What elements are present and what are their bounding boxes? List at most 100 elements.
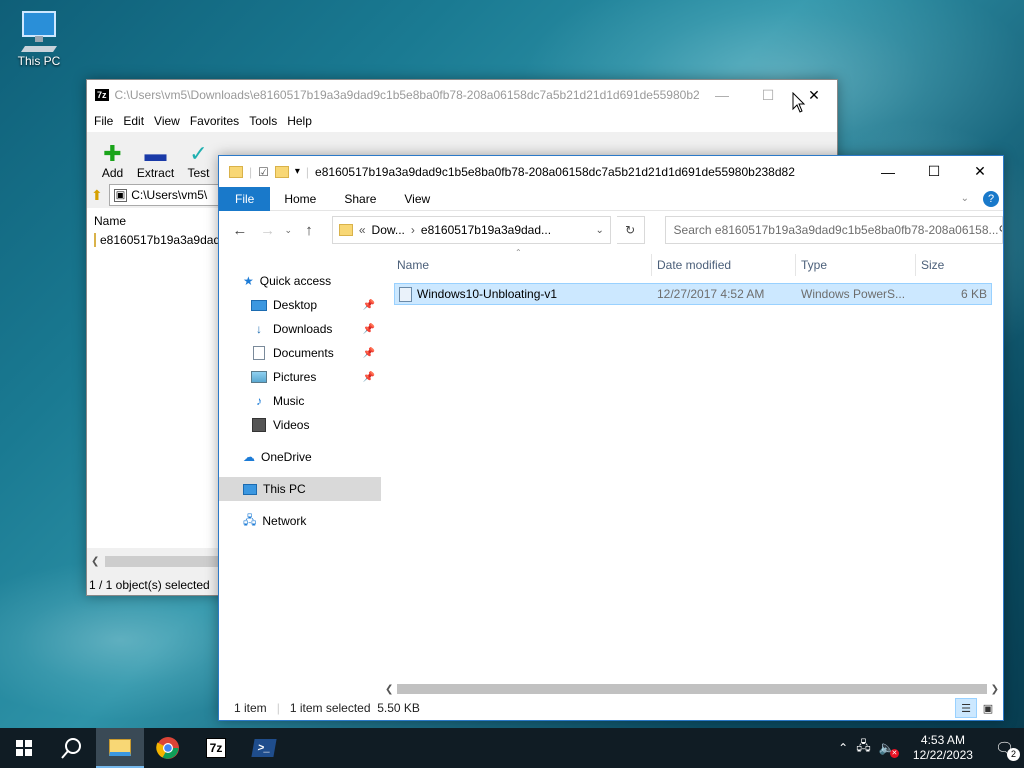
file-list: ⌃ Name Date modified Type Size Windows10… [391,248,1003,684]
taskbar-powershell[interactable]: >_ [240,728,288,768]
maximize-button[interactable]: ☐ [911,157,957,187]
add-button[interactable]: ✚ Add [91,141,134,180]
pin-icon[interactable]: 📌 [363,348,375,359]
menu-help[interactable]: Help [282,114,317,128]
pin-icon[interactable]: 📌 [363,300,375,311]
tab-share[interactable]: Share [330,187,390,211]
back-arrow-icon[interactable]: ← [229,222,251,239]
qat-dropdown-icon[interactable]: ▾ [295,166,300,177]
clock[interactable]: 4:53 AM 12/22/2023 [913,733,973,763]
taskbar-7zip[interactable]: 7z [192,728,240,768]
nav-downloads[interactable]: ↓ Downloads 📌 [219,317,381,341]
folder-icon [338,224,353,236]
nav-pictures[interactable]: Pictures 📌 [219,365,381,389]
sevenzip-hscrollbar[interactable]: ❮ [87,553,218,570]
taskbar-file-explorer[interactable] [96,728,144,768]
action-center-button[interactable]: 🗨 2 [995,739,1020,761]
column-header-size[interactable]: Size [916,254,996,276]
tab-view[interactable]: View [390,187,444,211]
scroll-left-icon[interactable]: ❮ [87,556,99,567]
powershell-icon: >_ [251,739,277,757]
desktop-icon-this-pc[interactable]: This PC [12,8,66,68]
search-button[interactable] [48,728,96,768]
nav-onedrive[interactable]: ☁ OneDrive [219,445,381,469]
recent-dropdown-icon[interactable]: ⌄ [285,225,293,236]
pin-icon[interactable]: 📌 [363,372,375,383]
nav-desktop[interactable]: Desktop 📌 [219,293,381,317]
tab-home[interactable]: Home [270,187,330,211]
nav-label: OneDrive [261,450,312,464]
new-folder-icon[interactable] [274,165,289,178]
test-label: Test [187,166,210,180]
nav-label: Downloads [273,322,333,336]
sevenzip-status: 1 / 1 object(s) selected [89,578,210,592]
up-arrow-icon[interactable]: ↑ [298,222,320,239]
list-item[interactable]: e8160517b19a3a9dad [87,230,218,250]
address-bar[interactable]: « Dow... › e8160517b19a3a9dad... ⌄ [331,216,611,244]
nav-this-pc[interactable]: This PC [219,477,381,501]
close-button[interactable]: ✕ [957,157,1003,187]
column-header-name[interactable]: Name [87,208,218,230]
menu-favorites[interactable]: Favorites [185,114,244,128]
nav-network[interactable]: 🖧 Network [219,509,381,533]
menu-edit[interactable]: Edit [118,114,149,128]
path-icon: ▣ [113,188,128,202]
start-button[interactable] [0,728,48,768]
sevenzip-titlebar[interactable]: 7z C:\Users\vm5\Downloads\e8160517b19a3a… [87,80,837,110]
clock-date: 12/22/2023 [912,748,973,762]
breadcrumb-downloads[interactable]: Dow... [372,223,405,237]
scroll-thumb[interactable] [397,684,987,694]
scroll-left-icon[interactable]: ❮ [381,684,393,695]
folder-icon [94,233,96,247]
folder-up-icon[interactable]: ⬆ [91,187,103,204]
forward-arrow-icon[interactable]: → [257,222,279,239]
minimize-button[interactable]: — [699,80,745,110]
nav-music[interactable]: ♪ Music [219,389,381,413]
folder-icon [229,165,243,178]
nav-label: Network [262,514,307,528]
pin-icon[interactable]: 📌 [363,324,375,335]
column-header-date[interactable]: Date modified [652,254,796,276]
column-header-name[interactable]: Name [392,254,652,276]
scroll-right-icon[interactable]: ❯ [991,684,999,695]
explorer-titlebar[interactable]: | ☑ ▾ | e8160517b19a3a9dad9c1b5e8ba0fb78… [219,156,1003,187]
document-icon [253,346,265,360]
menu-file[interactable]: File [89,114,118,128]
breadcrumb-overflow-icon[interactable]: « [359,223,366,237]
nav-label: Videos [273,418,310,432]
test-button[interactable]: ✓ Test [177,141,220,180]
large-icons-view-icon[interactable]: ▣ [977,698,999,718]
taskbar-chrome[interactable] [144,728,192,768]
nav-label: Documents [273,346,334,360]
scroll-thumb[interactable] [105,556,218,567]
address-dropdown-icon[interactable]: ⌄ [595,225,603,236]
network-status-icon[interactable]: 🖧 [856,737,871,759]
explorer-window: | ☑ ▾ | e8160517b19a3a9dad9c1b5e8ba0fb78… [218,155,1004,721]
minimize-button[interactable]: — [865,157,911,187]
help-icon[interactable]: ? [983,190,999,207]
nav-quick-access[interactable]: ★ Quick access [219,269,381,293]
refresh-button[interactable]: ↻ [616,216,645,244]
file-name-cell: Windows10-Unbloating-v1 [395,286,653,302]
nav-documents[interactable]: Documents 📌 [219,341,381,365]
tab-file[interactable]: File [219,186,271,211]
table-row[interactable]: Windows10-Unbloating-v1 12/27/2017 4:52 … [394,283,992,305]
taskbar: 7z >_ ⌃ 🖧 🔈 ✕ 4:53 AM 12/22/2023 🗨 2 [0,728,1024,768]
details-view-icon[interactable]: ☰ [955,698,977,718]
sevenzip-path-input[interactable]: ▣ C:\Users\vm5\ [108,184,229,206]
clock-time: 4:53 AM [920,733,965,747]
volume-muted-icon[interactable]: 🔈 ✕ [879,740,899,758]
ribbon-expand-icon[interactable]: ⌄ [961,193,969,204]
breadcrumb-current[interactable]: e8160517b19a3a9dad... [421,223,590,237]
maximize-button[interactable]: ☐ [745,80,791,110]
search-input[interactable]: Search e8160517b19a3a9dad9c1b5e8ba0fb78-… [664,216,1004,244]
extract-button[interactable]: ▬ Extract [134,141,177,180]
nav-videos[interactable]: Videos [219,413,381,437]
column-header-type[interactable]: Type [796,254,916,276]
menu-view[interactable]: View [149,114,185,128]
properties-icon[interactable]: ☑ [258,165,269,179]
show-hidden-icons-icon[interactable]: ⌃ [838,741,848,755]
desktop-icon [251,299,267,311]
navigation-row: ← → ⌄ ↑ « Dow... › e8160517b19a3a9dad...… [219,211,1004,249]
menu-tools[interactable]: Tools [244,114,282,128]
